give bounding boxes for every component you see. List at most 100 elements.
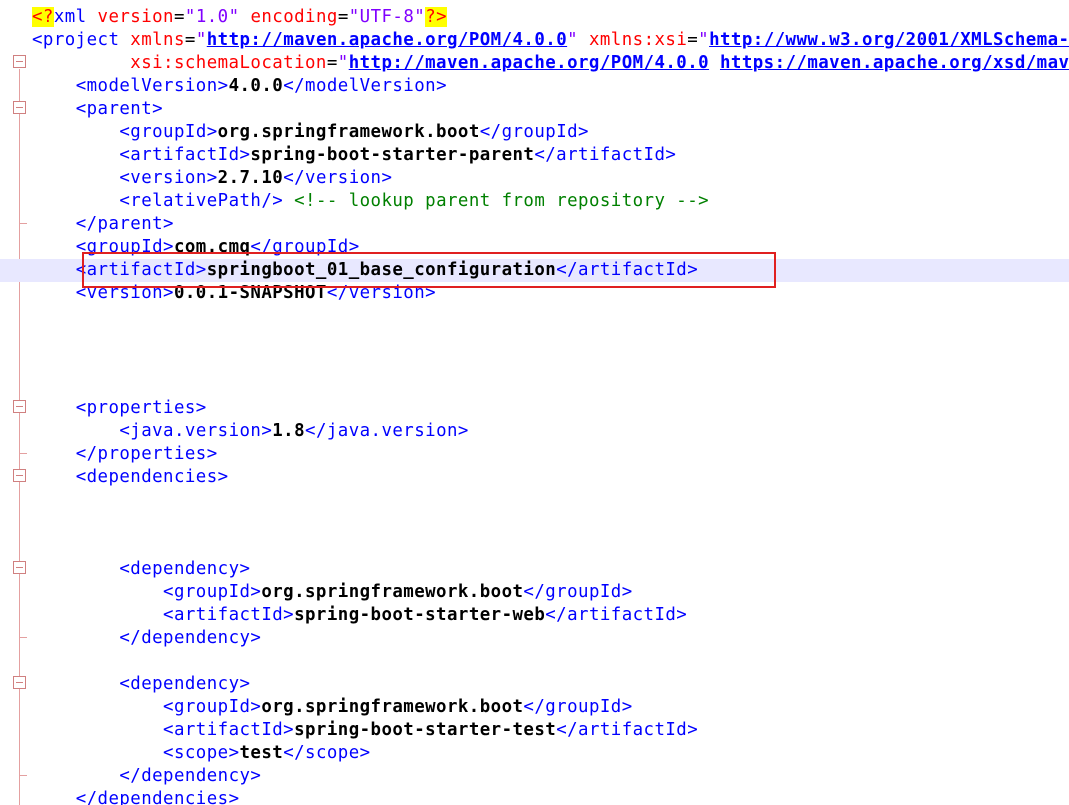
code-token: </artifactId> bbox=[534, 145, 677, 165]
code-token: "1.0" bbox=[184, 7, 240, 27]
xml-editor[interactable]: <?xml version="1.0" encoding="UTF-8"?> <p… bbox=[0, 0, 1069, 805]
code-line-text: <project xmlns="http://maven.apache.org/… bbox=[32, 29, 1069, 52]
code-line-text: <artifactId>spring-boot-starter-web</art… bbox=[32, 604, 687, 627]
code-line-text: <java.version>1.8</java.version> bbox=[32, 420, 469, 443]
code-line[interactable]: <relativePath/> <!-- lookup parent from … bbox=[0, 190, 1069, 213]
code-line[interactable]: <artifactId>spring-boot-starter-test</ar… bbox=[0, 719, 1069, 742]
code-token: = bbox=[326, 53, 338, 73]
code-line[interactable]: <version>2.7.10</version> bbox=[0, 167, 1069, 190]
code-token: </groupId> bbox=[523, 582, 633, 602]
code-token: <properties> bbox=[75, 398, 207, 418]
code-line[interactable]: <artifactId>spring-boot-starter-web</art… bbox=[0, 604, 1069, 627]
code-token[interactable]: http://www.w3.org/2001/XMLSchema-instanc… bbox=[709, 30, 1069, 50]
code-line[interactable]: </dependency> bbox=[0, 627, 1069, 650]
code-line-text: <groupId>org.springframework.boot</group… bbox=[32, 121, 589, 144]
code-line[interactable]: <modelVersion>4.0.0</modelVersion> bbox=[0, 75, 1069, 98]
code-line[interactable]: <?xml version="1.0" encoding="UTF-8"?> bbox=[0, 6, 1069, 29]
code-line[interactable]: <dependencies> bbox=[0, 466, 1069, 489]
code-line-text: <artifactId>spring-boot-starter-parent</… bbox=[32, 144, 676, 167]
code-line[interactable]: <project xmlns="http://maven.apache.org/… bbox=[0, 29, 1069, 52]
code-token: org.springframework.boot bbox=[261, 697, 524, 717]
code-token[interactable]: http://maven.apache.org/POM/4.0.0 bbox=[207, 30, 567, 50]
code-line[interactable] bbox=[0, 328, 1069, 351]
code-token: " bbox=[337, 53, 349, 73]
code-token: = bbox=[337, 7, 349, 27]
code-line-text: </dependencies> bbox=[32, 788, 240, 805]
code-line[interactable]: <groupId>org.springframework.boot</group… bbox=[0, 581, 1069, 604]
code-line-text: </parent> bbox=[32, 213, 174, 236]
code-token: 4.0.0 bbox=[228, 76, 284, 96]
code-line[interactable]: <properties> bbox=[0, 397, 1069, 420]
code-token: spring-boot-starter-test bbox=[294, 720, 557, 740]
code-line-text: <dependency> bbox=[32, 558, 250, 581]
code-line[interactable]: <artifactId>spring-boot-starter-parent</… bbox=[0, 144, 1069, 167]
code-token: org.springframework.boot bbox=[217, 122, 480, 142]
code-token: <!-- lookup parent from repository --> bbox=[294, 191, 710, 211]
code-line[interactable]: <parent> bbox=[0, 98, 1069, 121]
code-token: <artifactId> bbox=[163, 720, 295, 740]
code-token: = bbox=[687, 30, 699, 50]
code-line[interactable] bbox=[0, 535, 1069, 558]
code-token: <? bbox=[32, 7, 54, 27]
code-token: "UTF-8" bbox=[348, 7, 426, 27]
code-token: xmlns:xsi bbox=[588, 30, 688, 50]
code-line-text: <groupId>org.springframework.boot</group… bbox=[32, 581, 633, 604]
code-line[interactable]: <dependency> bbox=[0, 673, 1069, 696]
code-line[interactable] bbox=[0, 305, 1069, 328]
code-line-text: xsi:schemaLocation="http://maven.apache.… bbox=[32, 52, 1069, 75]
code-line[interactable]: xsi:schemaLocation="http://maven.apache.… bbox=[0, 52, 1069, 75]
code-line[interactable]: </properties> bbox=[0, 443, 1069, 466]
code-token: <dependency> bbox=[119, 559, 251, 579]
code-token: <artifactId> bbox=[163, 605, 295, 625]
code-line[interactable]: </parent> bbox=[0, 213, 1069, 236]
code-area[interactable]: <?xml version="1.0" encoding="UTF-8"?> <p… bbox=[0, 6, 1069, 805]
annotation-highlight-box bbox=[82, 252, 776, 288]
code-token: org.springframework.boot bbox=[261, 582, 524, 602]
code-token[interactable]: https://maven.apache.org/xsd/maven-4.0.0… bbox=[720, 53, 1069, 73]
code-token: spring-boot-starter-parent bbox=[250, 145, 535, 165]
code-line[interactable]: </dependencies> bbox=[0, 788, 1069, 805]
code-line[interactable]: <groupId>org.springframework.boot</group… bbox=[0, 696, 1069, 719]
code-line[interactable]: <scope>test</scope> bbox=[0, 742, 1069, 765]
code-token: </properties> bbox=[75, 444, 218, 464]
code-line-text: <dependencies> bbox=[32, 466, 229, 489]
code-token: 2.7.10 bbox=[217, 168, 284, 188]
code-token: </groupId> bbox=[479, 122, 589, 142]
code-line-text: <relativePath/> <!-- lookup parent from … bbox=[32, 190, 709, 213]
code-line[interactable] bbox=[0, 650, 1069, 673]
code-line[interactable] bbox=[0, 374, 1069, 397]
code-token: <java.version> bbox=[119, 421, 273, 441]
code-token: 1.8 bbox=[272, 421, 306, 441]
code-line[interactable] bbox=[0, 512, 1069, 535]
code-token: xml bbox=[53, 7, 87, 27]
code-line-text: <dependency> bbox=[32, 673, 250, 696]
code-line[interactable]: <java.version>1.8</java.version> bbox=[0, 420, 1069, 443]
code-line[interactable] bbox=[0, 489, 1069, 512]
code-token: </version> bbox=[283, 168, 393, 188]
code-line[interactable] bbox=[0, 351, 1069, 374]
code-token[interactable]: http://maven.apache.org/POM/4.0.0 bbox=[349, 53, 709, 73]
code-token: version bbox=[97, 7, 174, 27]
code-line[interactable]: <dependency> bbox=[0, 558, 1069, 581]
code-token: </dependency> bbox=[119, 766, 262, 786]
code-line-text: <properties> bbox=[32, 397, 207, 420]
code-token: encoding bbox=[250, 7, 338, 27]
code-token: </modelVersion> bbox=[283, 76, 447, 96]
code-line[interactable]: <groupId>org.springframework.boot</group… bbox=[0, 121, 1069, 144]
code-line[interactable]: </dependency> bbox=[0, 765, 1069, 788]
